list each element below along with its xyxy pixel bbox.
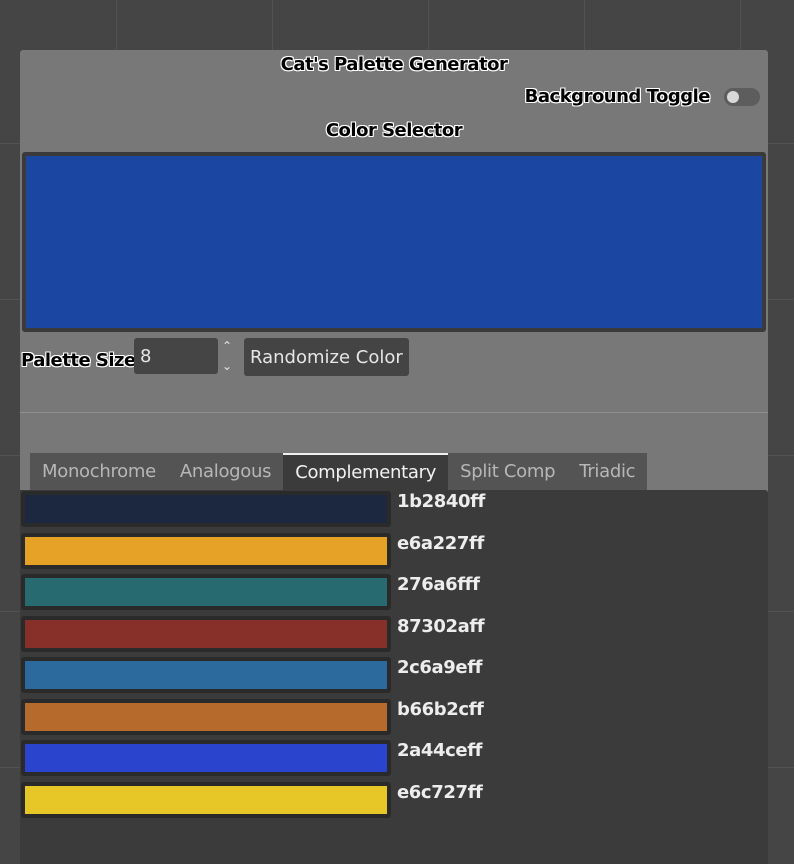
palette-row: 2c6a9eff [20, 657, 768, 693]
palette-row: e6a227ff [20, 532, 768, 569]
palette-swatch[interactable] [21, 532, 391, 569]
tab-complementary[interactable]: Complementary [283, 453, 449, 490]
spin-down-icon[interactable]: ⌄ [222, 359, 232, 373]
scheme-tabs: Monochrome Analogous Complementary Split Co… [30, 453, 648, 490]
background-toggle-label: Background Toggle [524, 86, 711, 107]
palette-hex-label: 276a6fff [397, 574, 480, 595]
palette-swatch[interactable] [21, 740, 391, 776]
palette-size-spinbox: ⌃ ⌄ [134, 338, 238, 374]
palette-swatch[interactable] [21, 491, 391, 527]
palette-hex-label: e6a227ff [397, 532, 484, 554]
color-selector-label: Color Selector [325, 120, 463, 141]
palette-generator-window: Cat's Palette Generator Background Toggl… [20, 50, 768, 864]
toggle-knob [727, 90, 739, 103]
palette-swatch[interactable] [21, 574, 391, 610]
palette-hex-label: b66b2cff [397, 698, 484, 720]
tab-analogous[interactable]: Analogous [167, 453, 284, 490]
tab-triadic[interactable]: Triadic [567, 453, 648, 490]
palette-list: 1b2840ff e6a227ff 276a6fff 87302aff 2c6a9eff… [20, 490, 768, 864]
randomize-color-button[interactable]: Randomize Color [244, 338, 409, 376]
palette-swatch[interactable] [21, 698, 391, 735]
palette-hex-label: 2c6a9eff [397, 657, 483, 678]
palette-hex-label: 87302aff [397, 615, 485, 637]
spin-up-icon[interactable]: ⌃ [222, 339, 232, 353]
color-selector-swatch[interactable] [22, 152, 766, 332]
palette-row: 87302aff [20, 615, 768, 652]
spin-arrows: ⌃ ⌄ [222, 339, 232, 373]
palette-swatch[interactable] [21, 781, 391, 818]
palette-hex-label: 1b2840ff [397, 491, 485, 512]
palette-size-label: Palette Size [21, 350, 136, 371]
tab-split-comp[interactable]: Split Comp [448, 453, 568, 490]
palette-row: b66b2cff [20, 698, 768, 735]
background-toggle-switch[interactable] [724, 87, 760, 106]
palette-hex-label: 2a44ceff [397, 740, 483, 761]
section-divider [20, 412, 768, 413]
palette-swatch[interactable] [21, 615, 391, 652]
palette-swatch[interactable] [21, 657, 391, 693]
palette-row: 2a44ceff [20, 740, 768, 776]
window-title: Cat's Palette Generator [280, 54, 508, 75]
palette-row: 276a6fff [20, 574, 768, 610]
tab-monochrome[interactable]: Monochrome [30, 453, 168, 490]
palette-row: e6c727ff [20, 781, 768, 818]
palette-size-input[interactable] [134, 338, 218, 374]
palette-hex-label: e6c727ff [397, 781, 483, 803]
background-toggle-row: Background Toggle [525, 86, 760, 107]
palette-row: 1b2840ff [20, 491, 768, 527]
